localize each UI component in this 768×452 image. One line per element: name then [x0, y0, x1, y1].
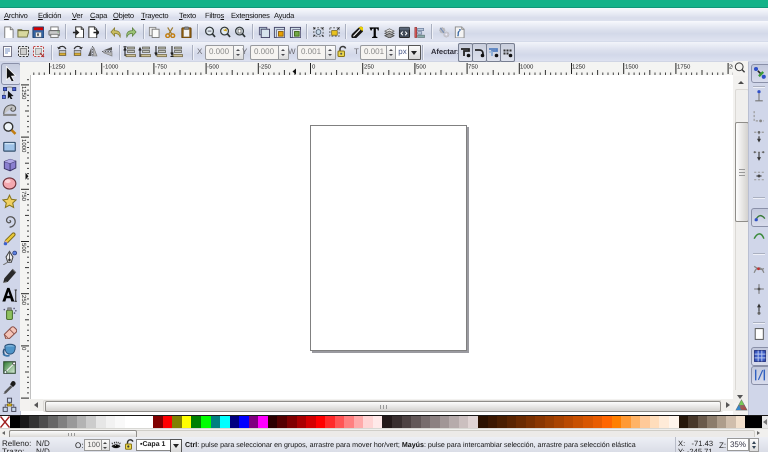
svg-text:1250: 1250 — [572, 64, 586, 71]
svg-text:500: 500 — [416, 64, 427, 71]
svg-text:0: 0 — [20, 347, 27, 351]
svg-text:1500: 1500 — [625, 64, 639, 71]
svg-text:1000: 1000 — [20, 139, 27, 153]
svg-text:-250: -250 — [259, 64, 272, 71]
svg-text:750: 750 — [468, 64, 479, 71]
svg-text:750: 750 — [20, 191, 27, 202]
svg-text:1000: 1000 — [520, 64, 534, 71]
svg-text:-750: -750 — [155, 64, 168, 71]
svg-text:250: 250 — [20, 295, 27, 306]
svg-text:250: 250 — [364, 64, 375, 71]
svg-text:-500: -500 — [207, 64, 220, 71]
svg-text:-1250: -1250 — [50, 64, 66, 71]
svg-text:1250: 1250 — [20, 86, 27, 100]
svg-text:1750: 1750 — [677, 64, 691, 71]
svg-text:500: 500 — [20, 243, 27, 254]
svg-text:-1000: -1000 — [103, 64, 119, 71]
svg-text:0: 0 — [312, 64, 316, 71]
